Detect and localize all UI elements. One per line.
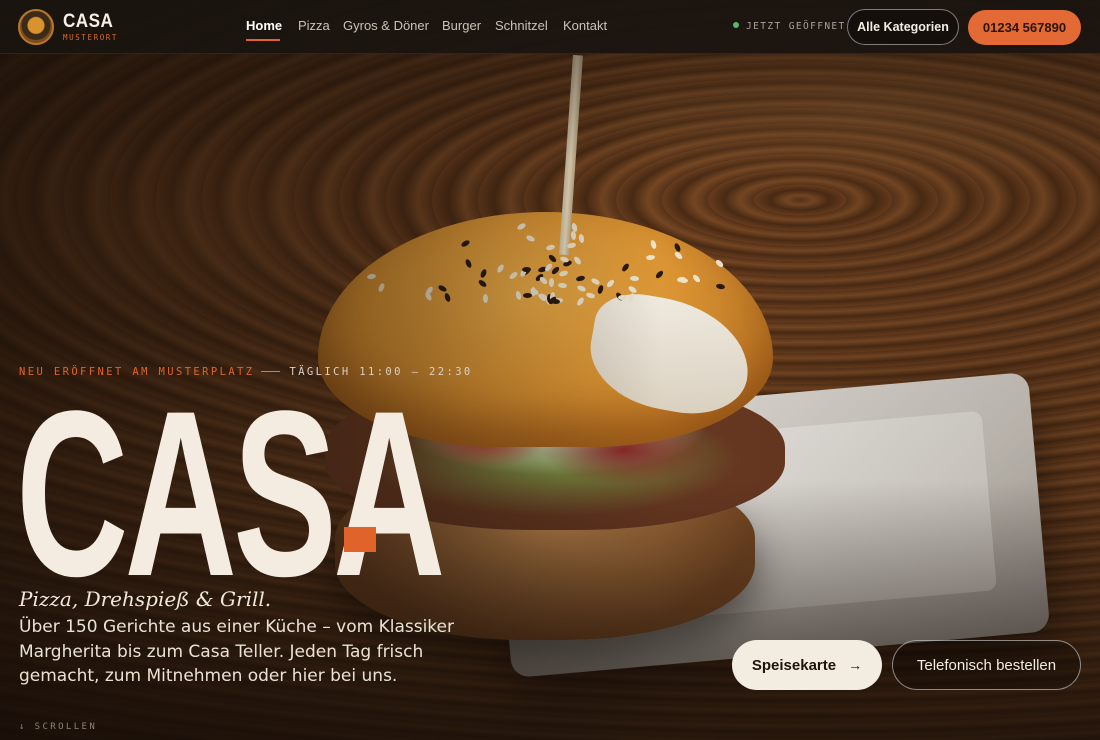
nav-active-underline: [246, 39, 280, 41]
menu-button[interactable]: Speisekarte →: [732, 640, 882, 690]
menu-button-label: Speisekarte: [751, 656, 837, 674]
brand-name[interactable]: CASA: [63, 11, 113, 33]
nav-item-label: Home: [246, 18, 283, 33]
status-dot-icon: [733, 22, 739, 28]
nav-item-schnitzel[interactable]: Schnitzel: [495, 18, 548, 33]
hero-description: Über 150 Gerichte aus einer Küche – vom …: [19, 617, 454, 686]
nav-item-pizza[interactable]: Pizza: [298, 18, 330, 33]
phone-button[interactable]: 01234 567890: [968, 10, 1081, 45]
nav-item-kontakt[interactable]: Kontakt: [563, 18, 607, 33]
hero-tagline: Pizza, Drehspieß & Grill.: [19, 587, 272, 611]
opening-status: JETZT GEÖFFNET: [733, 21, 846, 32]
all-categories-button[interactable]: Alle Kategorien: [847, 9, 959, 45]
opening-status-text: JETZT GEÖFFNET: [746, 21, 846, 32]
nav-item-home[interactable]: Home: [246, 18, 283, 41]
restaurant-logo-icon[interactable]: [18, 9, 54, 45]
scroll-hint[interactable]: ↓ SCROLLEN: [19, 722, 97, 732]
site-header: CASA MUSTERORT Home Pizza Gyros & Döner …: [0, 0, 1100, 54]
nav-item-gyros-doener[interactable]: Gyros & Döner: [343, 18, 429, 33]
arrow-right-icon: →: [848, 657, 863, 673]
brand-subtitle: MUSTERORT: [63, 33, 119, 42]
nav-item-burger[interactable]: Burger: [442, 18, 481, 33]
hero-title: CASA: [16, 362, 445, 626]
order-by-phone-button[interactable]: Telefonisch bestellen: [892, 640, 1081, 690]
title-accent-dot: [344, 527, 376, 552]
